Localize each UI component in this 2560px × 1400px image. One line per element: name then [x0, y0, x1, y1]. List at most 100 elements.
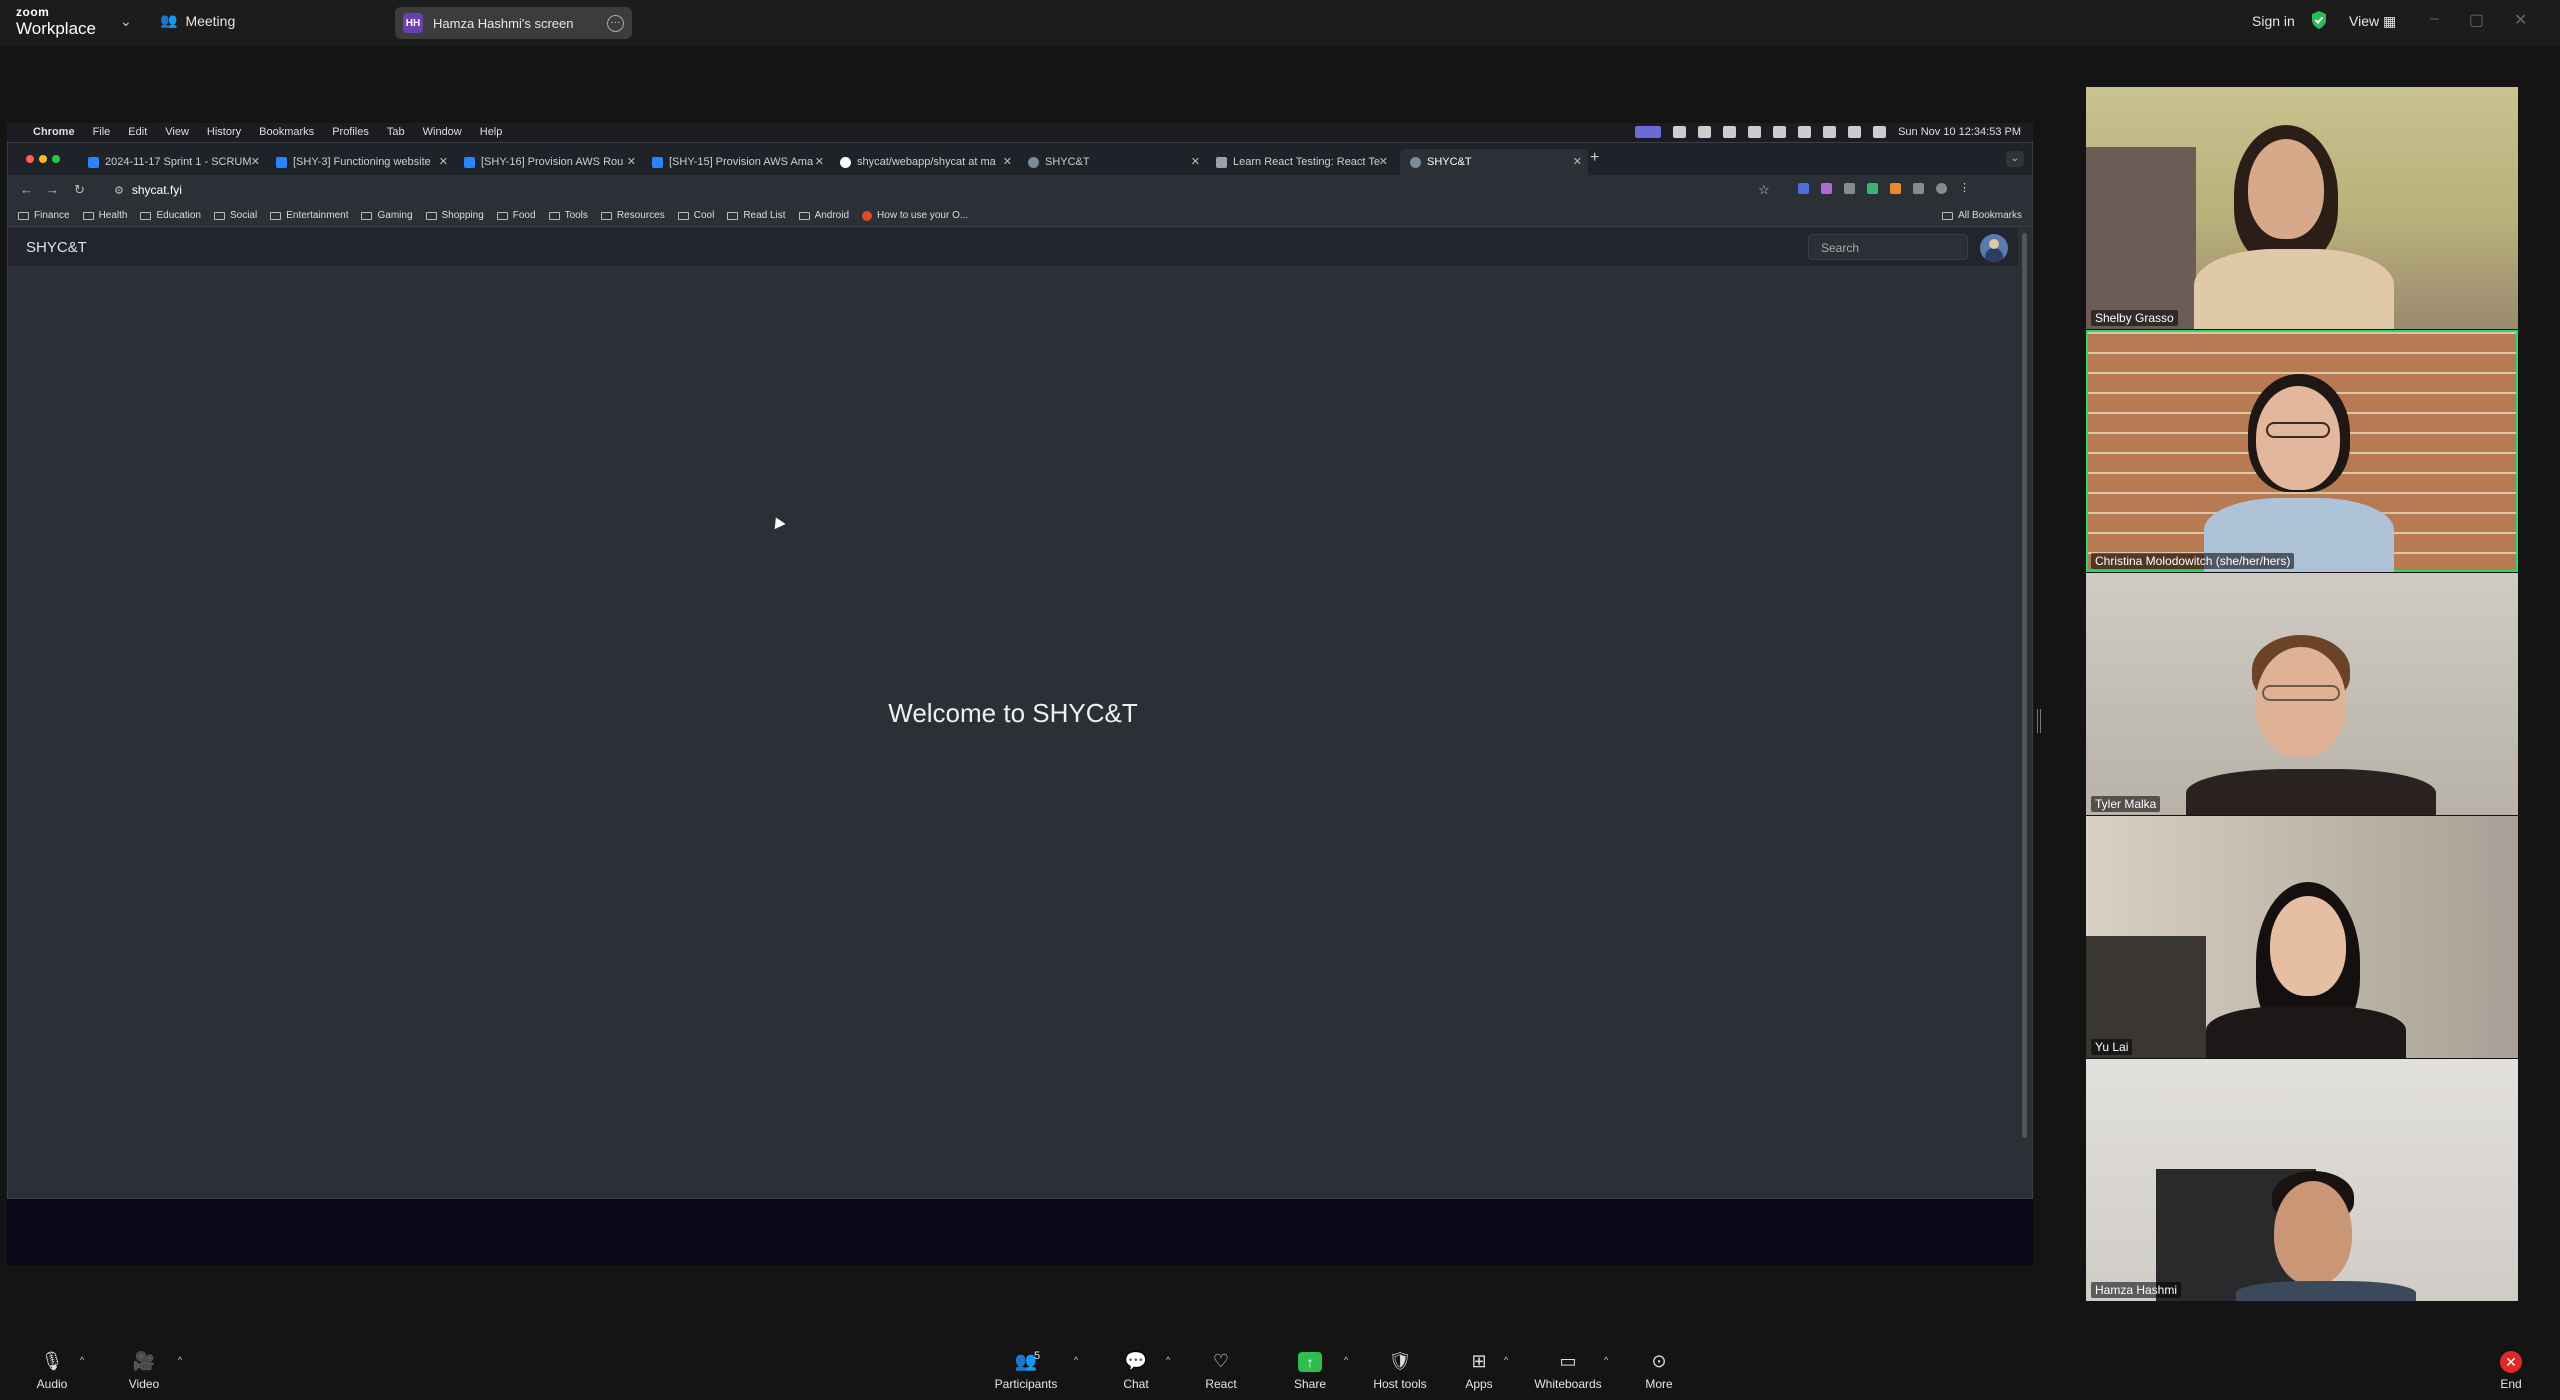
browser-tab[interactable]: Learn React Testing: React Te ✕ [1206, 149, 1394, 175]
new-tab-button[interactable]: + [1590, 149, 1599, 167]
share-button[interactable]: ↑ Share [1275, 1349, 1345, 1391]
close-tab-icon[interactable]: ✕ [251, 155, 260, 168]
status-icon[interactable] [1748, 126, 1762, 138]
page-scrollbar[interactable] [2022, 233, 2027, 1138]
browser-tab[interactable]: shycat/webapp/shycat at ma ✕ [830, 149, 1018, 175]
extension-icon[interactable] [1821, 183, 1832, 194]
bookmark-folder-gaming[interactable]: Gaming [361, 210, 413, 221]
menu-view[interactable]: View [165, 126, 189, 138]
search-icon[interactable] [1848, 126, 1862, 138]
participant-video-tile[interactable]: Tyler Malka [2086, 573, 2518, 815]
participant-video-tile[interactable]: Shelby Grasso [2086, 87, 2518, 329]
site-search-input[interactable]: Search [1808, 234, 1968, 260]
close-window-icon[interactable] [26, 155, 34, 163]
control-center-icon[interactable] [1873, 126, 1887, 138]
menu-file[interactable]: File [93, 126, 111, 138]
extension-icon[interactable] [1867, 183, 1878, 194]
close-tab-icon[interactable]: ✕ [1379, 155, 1388, 168]
chat-options-caret-icon[interactable]: ^ [1166, 1355, 1170, 1365]
share-options-caret-icon[interactable]: ^ [1344, 1355, 1348, 1365]
minimize-icon[interactable]: – [2430, 10, 2439, 30]
participant-video-tile[interactable]: Yu Lai [2086, 816, 2518, 1058]
bookmark-folder-finance[interactable]: Finance [18, 210, 70, 221]
close-tab-icon[interactable]: ✕ [1191, 155, 1200, 168]
participant-video-tile-speaking[interactable]: Christina Molodowitch (she/her/hers) [2086, 330, 2518, 572]
host-tools-button[interactable]: 🛡 Host tools [1365, 1349, 1435, 1391]
status-icon[interactable] [1773, 126, 1787, 138]
participants-options-caret-icon[interactable]: ^ [1074, 1355, 1078, 1365]
meeting-button[interactable]: 👥 Meeting [160, 12, 235, 29]
extension-icon[interactable] [1890, 183, 1901, 194]
reload-icon[interactable]: ↻ [74, 182, 85, 198]
browser-tab[interactable]: SHYC&T ✕ [1018, 149, 1206, 175]
maximize-icon[interactable]: ▢ [2469, 10, 2484, 30]
menu-tab[interactable]: Tab [387, 126, 405, 138]
close-tab-icon[interactable]: ✕ [1003, 155, 1012, 168]
browser-tab[interactable]: 2024-11-17 Sprint 1 - SCRUM ✕ [78, 149, 266, 175]
bookmark-folder-social[interactable]: Social [213, 210, 257, 221]
panel-resize-handle[interactable] [2037, 709, 2041, 733]
audio-button[interactable]: 🎙 Audio [17, 1349, 87, 1391]
user-avatar[interactable] [1980, 234, 2008, 262]
browser-tab[interactable]: [SHY-16] Provision AWS Rou ✕ [454, 149, 642, 175]
video-button[interactable]: 🎥 Video [109, 1349, 179, 1391]
bookmark-folder-tools[interactable]: Tools [548, 210, 588, 221]
extension-icon[interactable] [1798, 183, 1809, 194]
close-tab-icon[interactable]: ✕ [627, 155, 636, 168]
bookmark-folder-read-list[interactable]: Read List [727, 210, 786, 221]
close-icon[interactable]: ✕ [2514, 10, 2527, 30]
status-icon[interactable] [1798, 126, 1812, 138]
chevron-down-icon[interactable]: ⌄ [120, 13, 132, 30]
extensions-puzzle-icon[interactable] [1913, 183, 1924, 194]
close-tab-icon[interactable]: ✕ [439, 155, 448, 168]
menu-window[interactable]: Window [423, 126, 462, 138]
menu-chrome[interactable]: Chrome [33, 126, 75, 138]
video-options-caret-icon[interactable]: ^ [178, 1355, 182, 1365]
sign-in-button[interactable]: Sign in [2252, 13, 2295, 29]
close-tab-icon[interactable]: ✕ [815, 155, 824, 168]
view-button[interactable]: View ▦ [2349, 13, 2396, 30]
tab-search-button[interactable]: ⌄ [2006, 151, 2024, 167]
bookmark-folder-android[interactable]: Android [798, 210, 849, 221]
chat-button[interactable]: 💬 Chat [1101, 1349, 1171, 1391]
zoom-workplace-logo[interactable]: zoom Workplace [16, 6, 96, 37]
browser-tab[interactable]: [SHY-3] Functioning website ✕ [266, 149, 454, 175]
bookmark-folder-entertainment[interactable]: Entertainment [270, 210, 348, 221]
zoom-window-icon[interactable] [52, 155, 60, 163]
bookmark-folder-health[interactable]: Health [82, 210, 127, 221]
status-icon[interactable] [1673, 126, 1687, 138]
bookmark-folder-shopping[interactable]: Shopping [425, 210, 484, 221]
bookmark-folder-cool[interactable]: Cool [677, 210, 714, 221]
all-bookmarks-button[interactable]: All Bookmarks [1942, 210, 2022, 221]
menu-profiles[interactable]: Profiles [332, 126, 369, 138]
bookmark-folder-resources[interactable]: Resources [600, 210, 665, 221]
apps-options-caret-icon[interactable]: ^ [1504, 1355, 1508, 1365]
menu-history[interactable]: History [207, 126, 241, 138]
whiteboards-button[interactable]: ▭ Whiteboards [1533, 1349, 1603, 1391]
end-meeting-button[interactable]: ✕ End [2476, 1349, 2546, 1391]
participants-button[interactable]: 👥 5 Participants [991, 1349, 1061, 1391]
browser-tab-active[interactable]: SHYC&T ✕ [1400, 149, 1588, 175]
bookmark-folder-food[interactable]: Food [496, 210, 536, 221]
whiteboards-options-caret-icon[interactable]: ^ [1604, 1355, 1608, 1365]
participant-video-tile[interactable]: Hamza Hashmi [2086, 1059, 2518, 1301]
close-tab-icon[interactable]: ✕ [1573, 155, 1582, 168]
bookmark-link[interactable]: How to use your O... [862, 210, 968, 221]
shield-check-icon[interactable] [2310, 10, 2328, 30]
react-button[interactable]: ♡ React [1186, 1349, 1256, 1391]
more-button[interactable]: ⊙ More [1624, 1349, 1694, 1391]
browser-tab[interactable]: [SHY-15] Provision AWS Ama ✕ [642, 149, 830, 175]
status-icon[interactable] [1698, 126, 1712, 138]
back-icon[interactable]: ← [20, 182, 33, 197]
bookmark-folder-education[interactable]: Education [140, 210, 201, 221]
menu-help[interactable]: Help [480, 126, 503, 138]
menu-bar-clock[interactable]: Sun Nov 10 12:34:53 PM [1898, 126, 2021, 138]
screen-share-status-icon[interactable] [1635, 126, 1662, 138]
site-info-icon[interactable]: ⚙ [114, 184, 124, 197]
menu-bookmarks[interactable]: Bookmarks [259, 126, 314, 138]
site-brand[interactable]: SHYC&T [26, 239, 87, 256]
forward-icon[interactable]: → [46, 182, 59, 197]
bookmark-star-icon[interactable]: ☆ [1758, 182, 1770, 198]
address-bar[interactable]: ⚙ shycat.fyi [100, 179, 1780, 201]
extension-icon[interactable] [1844, 183, 1855, 194]
